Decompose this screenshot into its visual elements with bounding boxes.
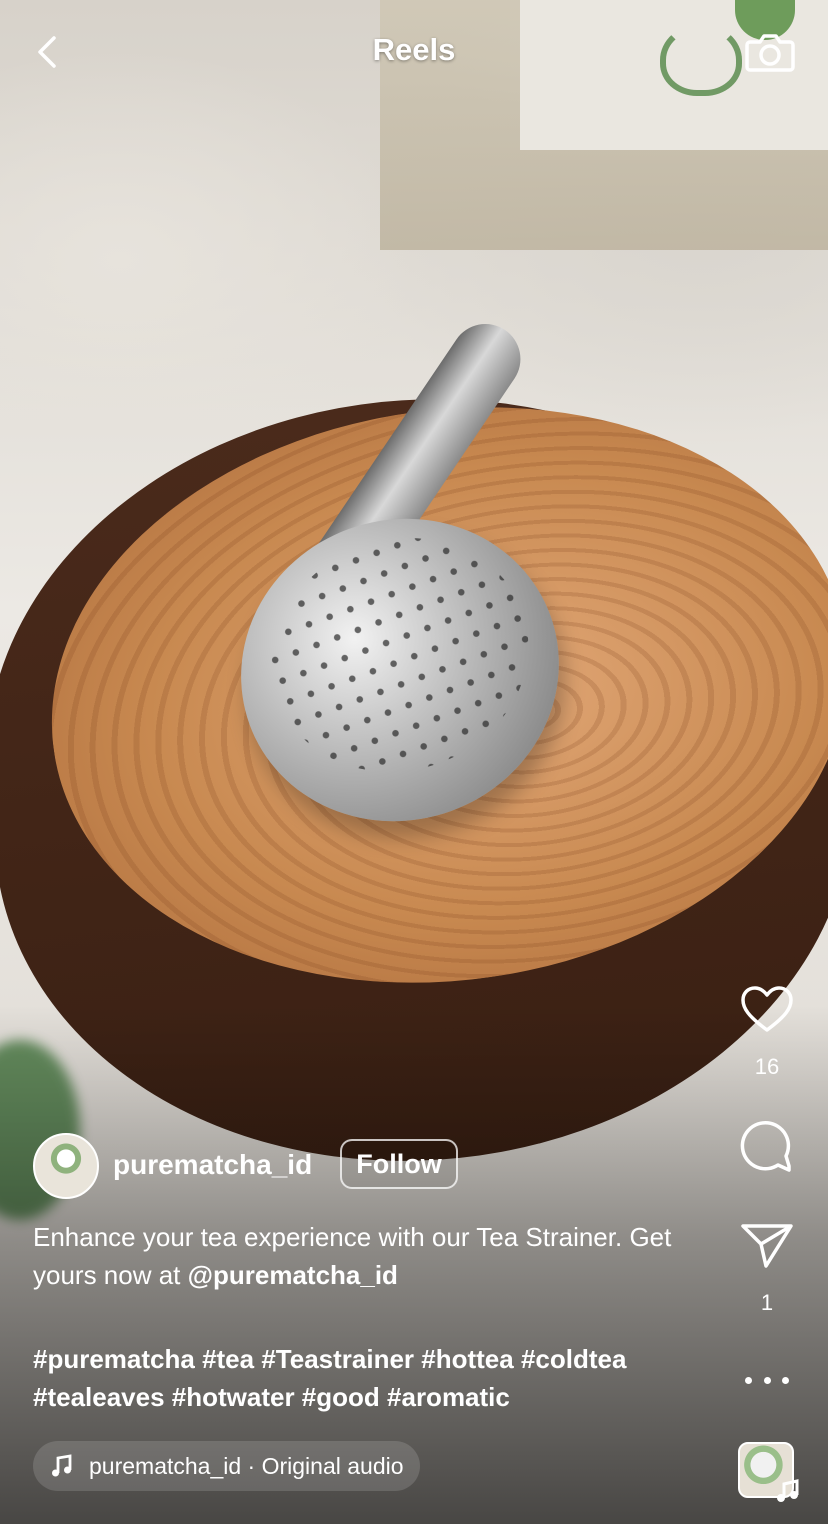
caption[interactable]: Enhance your tea experience with our Tea… xyxy=(33,1218,713,1294)
more-horizontal-icon[interactable] xyxy=(745,1372,789,1388)
heart-icon[interactable] xyxy=(738,984,796,1034)
avatar[interactable] xyxy=(33,1133,99,1199)
page-title: Reels xyxy=(372,32,456,67)
comment-bubble-icon[interactable] xyxy=(738,1120,796,1176)
camera-icon[interactable] xyxy=(744,26,796,78)
audio-pill[interactable]: purematcha_id · Original audio xyxy=(33,1441,420,1491)
music-note-icon xyxy=(777,1479,799,1502)
caption-mention[interactable]: @purematcha_id xyxy=(188,1260,398,1290)
share-count: 1 xyxy=(760,1290,774,1315)
hashtags[interactable]: #purematcha #tea #Teastrainer #hottea #c… xyxy=(33,1340,723,1416)
paper-plane-icon[interactable] xyxy=(738,1220,796,1270)
follow-button[interactable]: Follow xyxy=(340,1139,458,1189)
audio-label: purematcha_id · Original audio xyxy=(89,1452,404,1479)
like-count: 16 xyxy=(754,1054,780,1079)
username[interactable]: purematcha_id xyxy=(113,1149,312,1181)
music-note-icon xyxy=(52,1454,72,1477)
reel-video[interactable]: Reels 16 1 purematcha_id Follow Enhance … xyxy=(0,0,828,1524)
